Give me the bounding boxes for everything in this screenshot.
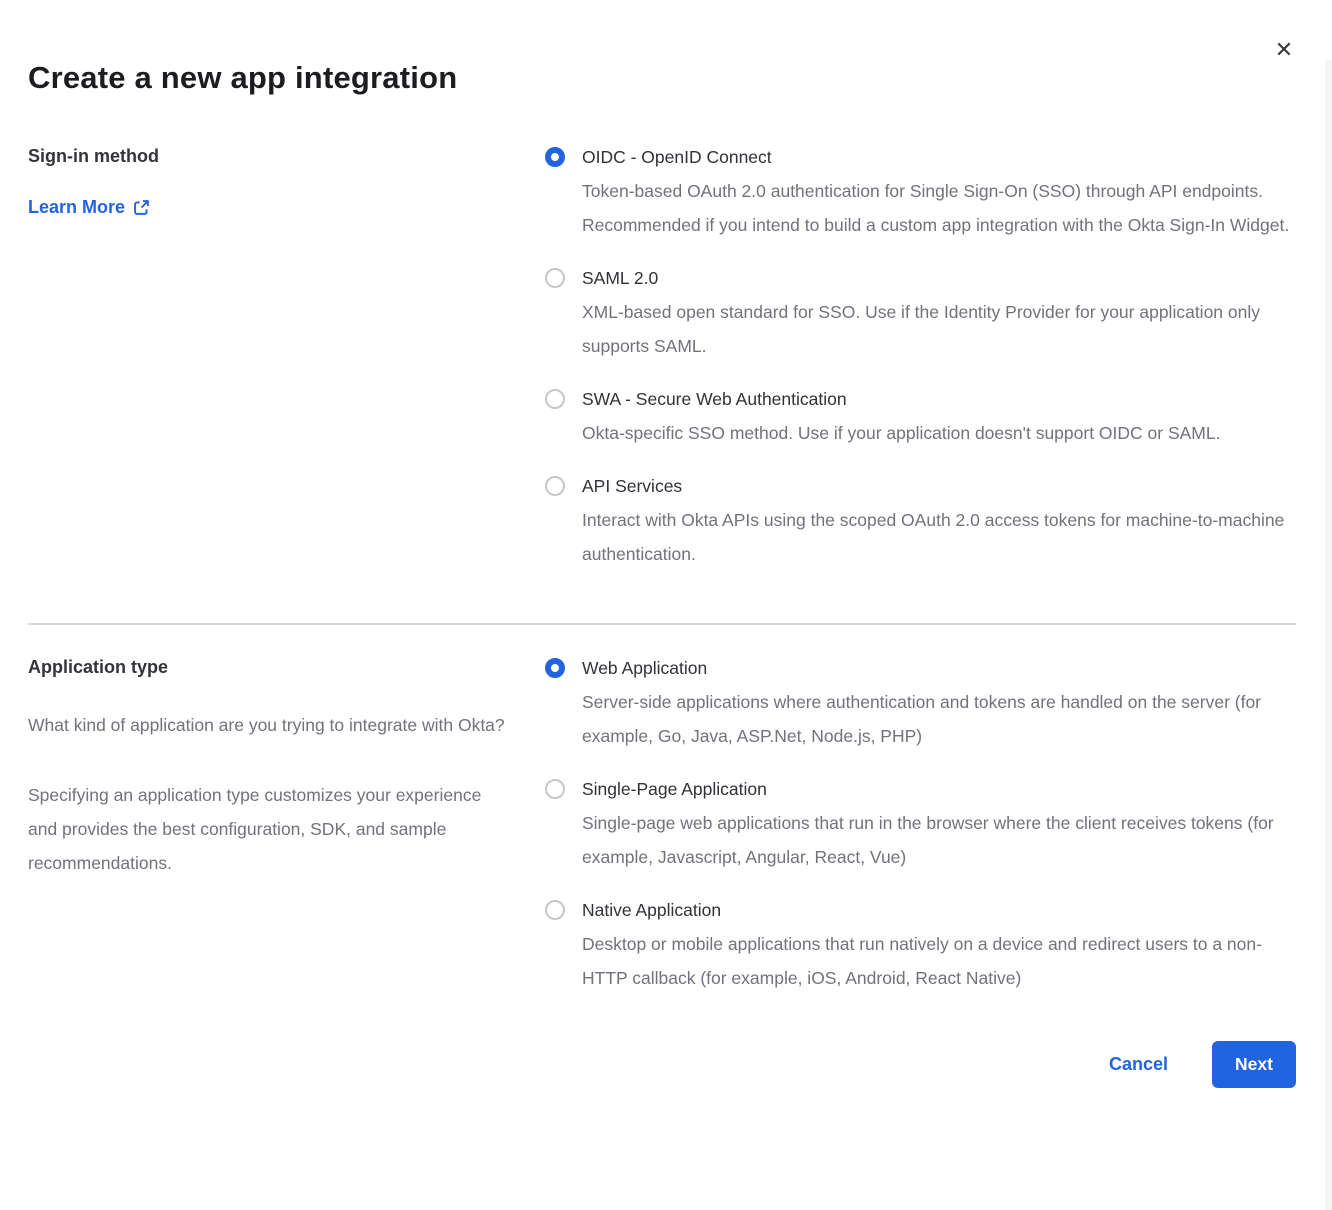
radio-swa[interactable] — [545, 389, 565, 409]
radio-option-description: Interact with Okta APIs using the scoped… — [582, 503, 1296, 571]
cancel-button[interactable]: Cancel — [1109, 1054, 1168, 1075]
radio-single-page-application[interactable] — [545, 779, 565, 799]
scrollbar-track — [1325, 60, 1332, 1210]
application-type-section: Application type What kind of applicatio… — [28, 625, 1296, 995]
radio-option-native-application[interactable]: Native Application Desktop or mobile app… — [545, 897, 1296, 995]
radio-option-swa[interactable]: SWA - Secure Web Authentication Okta-spe… — [545, 386, 1296, 450]
external-link-icon — [133, 199, 150, 216]
application-type-heading: Application type — [28, 655, 505, 678]
radio-oidc[interactable] — [545, 147, 565, 167]
dialog-footer: Cancel Next — [28, 1041, 1296, 1134]
close-button[interactable]: ✕ — [1270, 36, 1298, 64]
radio-option-oidc[interactable]: OIDC - OpenID Connect Token-based OAuth … — [545, 144, 1296, 242]
radio-option-api-services[interactable]: API Services Interact with Okta APIs usi… — [545, 473, 1296, 571]
radio-option-label: Single-Page Application — [582, 776, 1296, 802]
radio-saml[interactable] — [545, 268, 565, 288]
radio-option-description: Okta-specific SSO method. Use if your ap… — [582, 416, 1220, 450]
radio-option-label: API Services — [582, 473, 1296, 499]
application-type-question: What kind of application are you trying … — [28, 708, 505, 742]
radio-option-description: Token-based OAuth 2.0 authentication for… — [582, 174, 1296, 242]
close-icon: ✕ — [1275, 37, 1293, 62]
page-title: Create a new app integration — [28, 0, 1296, 96]
radio-option-single-page-application[interactable]: Single-Page Application Single-page web … — [545, 776, 1296, 874]
radio-option-label: Native Application — [582, 897, 1296, 923]
application-type-options: Web Application Server-side applications… — [545, 655, 1296, 995]
signin-method-options: OIDC - OpenID Connect Token-based OAuth … — [545, 144, 1296, 571]
learn-more-link[interactable]: Learn More — [28, 197, 150, 218]
next-button[interactable]: Next — [1212, 1041, 1296, 1088]
radio-option-description: XML-based open standard for SSO. Use if … — [582, 295, 1296, 363]
radio-option-label: SAML 2.0 — [582, 265, 1296, 291]
radio-option-saml[interactable]: SAML 2.0 XML-based open standard for SSO… — [545, 265, 1296, 363]
signin-method-section: Sign-in method Learn More OIDC - OpenID … — [28, 144, 1296, 623]
radio-web-application[interactable] — [545, 658, 565, 678]
create-app-integration-dialog: ✕ Create a new app integration Sign-in m… — [0, 0, 1332, 1210]
application-type-note: Specifying an application type customize… — [28, 778, 505, 880]
radio-option-web-application[interactable]: Web Application Server-side applications… — [545, 655, 1296, 753]
radio-option-description: Single-page web applications that run in… — [582, 806, 1296, 874]
radio-api-services[interactable] — [545, 476, 565, 496]
learn-more-label: Learn More — [28, 197, 125, 218]
radio-native-application[interactable] — [545, 900, 565, 920]
radio-option-description: Desktop or mobile applications that run … — [582, 927, 1296, 995]
radio-option-label: Web Application — [582, 655, 1296, 681]
signin-method-left-column: Sign-in method Learn More — [28, 144, 545, 571]
radio-option-label: SWA - Secure Web Authentication — [582, 386, 1220, 412]
radio-option-description: Server-side applications where authentic… — [582, 685, 1296, 753]
application-type-left-column: Application type What kind of applicatio… — [28, 655, 545, 995]
signin-method-heading: Sign-in method — [28, 144, 505, 167]
radio-option-label: OIDC - OpenID Connect — [582, 144, 1296, 170]
